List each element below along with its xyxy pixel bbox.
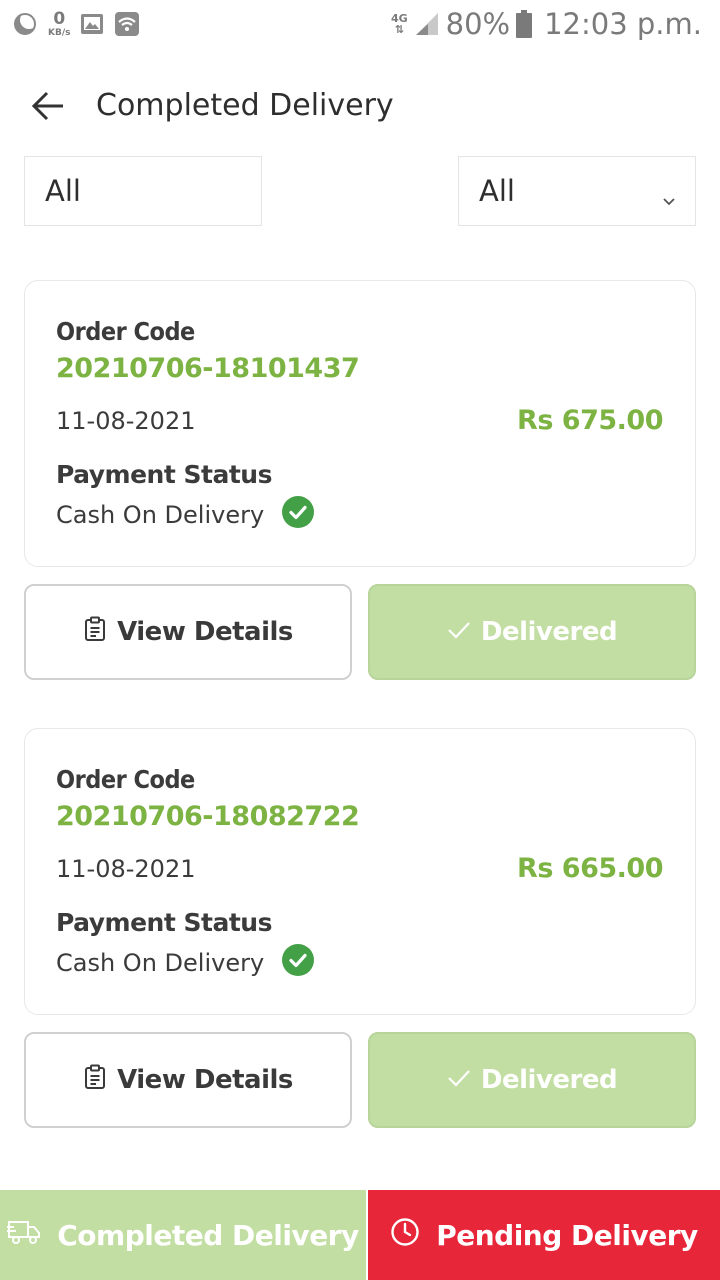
order-code-value: 20210706-18082722 (56, 801, 360, 832)
tab-pending-label: Pending Delivery (436, 1218, 698, 1252)
clock-icon (390, 1217, 420, 1254)
check-icon (447, 617, 471, 647)
filter-left-value: All (45, 174, 81, 208)
payment-method: Cash On Delivery (56, 944, 315, 982)
clipboard-icon (83, 1064, 107, 1097)
battery-percent: 80% (445, 7, 511, 41)
back-button[interactable] (28, 88, 68, 128)
order-date: 11-08-2021 (56, 407, 196, 435)
image-icon (80, 12, 104, 36)
order-code-value: 20210706-18101437 (56, 353, 360, 384)
view-details-label: View Details (117, 1065, 293, 1095)
tab-completed-delivery[interactable]: Completed Delivery (0, 1190, 366, 1280)
check-circle-icon (282, 944, 315, 982)
network-speed: 0 KB/s (48, 8, 71, 38)
chevron-down-icon (661, 183, 677, 217)
order-date: 11-08-2021 (56, 855, 196, 883)
filter-input-left[interactable]: All (24, 156, 262, 226)
payment-status-label: Payment Status (56, 460, 272, 489)
order-code-label: Order Code (56, 317, 195, 346)
delivered-label: Delivered (480, 1065, 618, 1095)
order-code-label: Order Code (56, 765, 195, 794)
delivered-button[interactable]: Delivered (368, 1032, 696, 1128)
battery-icon (516, 10, 533, 38)
view-details-button[interactable]: View Details (24, 584, 352, 680)
view-details-label: View Details (117, 617, 293, 647)
clock-time: 12:03 p.m. (544, 7, 702, 41)
filter-right-value: All (479, 174, 515, 208)
order-card: Order Code 20210706-18101437 11-08-2021 … (24, 280, 696, 567)
filter-select-right[interactable]: All (458, 156, 696, 226)
payment-method-text: Cash On Delivery (56, 949, 265, 977)
signal-icon (414, 11, 440, 37)
payment-status-label: Payment Status (56, 908, 272, 937)
clipboard-icon (83, 616, 107, 649)
arrow-left-icon (30, 88, 66, 128)
speed-unit: KB/s (48, 27, 71, 38)
payment-method: Cash On Delivery (56, 496, 315, 534)
tab-pending-delivery[interactable]: Pending Delivery (368, 1190, 720, 1280)
data-arrows-icon: ⇅ (394, 23, 404, 36)
delivered-button[interactable]: Delivered (368, 584, 696, 680)
payment-method-text: Cash On Delivery (56, 501, 265, 529)
speed-value: 0 (53, 8, 66, 29)
check-icon (447, 1065, 471, 1095)
tab-completed-label: Completed Delivery (57, 1218, 359, 1252)
view-details-button[interactable]: View Details (24, 1032, 352, 1128)
network-type: 4G ⇅ (391, 13, 408, 35)
delivered-label: Delivered (480, 617, 618, 647)
order-amount: Rs 675.00 (517, 405, 663, 436)
order-amount: Rs 665.00 (517, 853, 663, 884)
page-title: Completed Delivery (96, 88, 394, 123)
app-header: Completed Delivery (0, 70, 720, 146)
truck-icon (7, 1218, 41, 1253)
wifi-icon (114, 11, 140, 37)
status-bar: 0 KB/s 4G ⇅ 80% 12:03 p.m. (0, 0, 720, 50)
check-circle-icon (282, 496, 315, 534)
moon-icon (12, 11, 38, 37)
order-card: Order Code 20210706-18082722 11-08-2021 … (24, 728, 696, 1015)
